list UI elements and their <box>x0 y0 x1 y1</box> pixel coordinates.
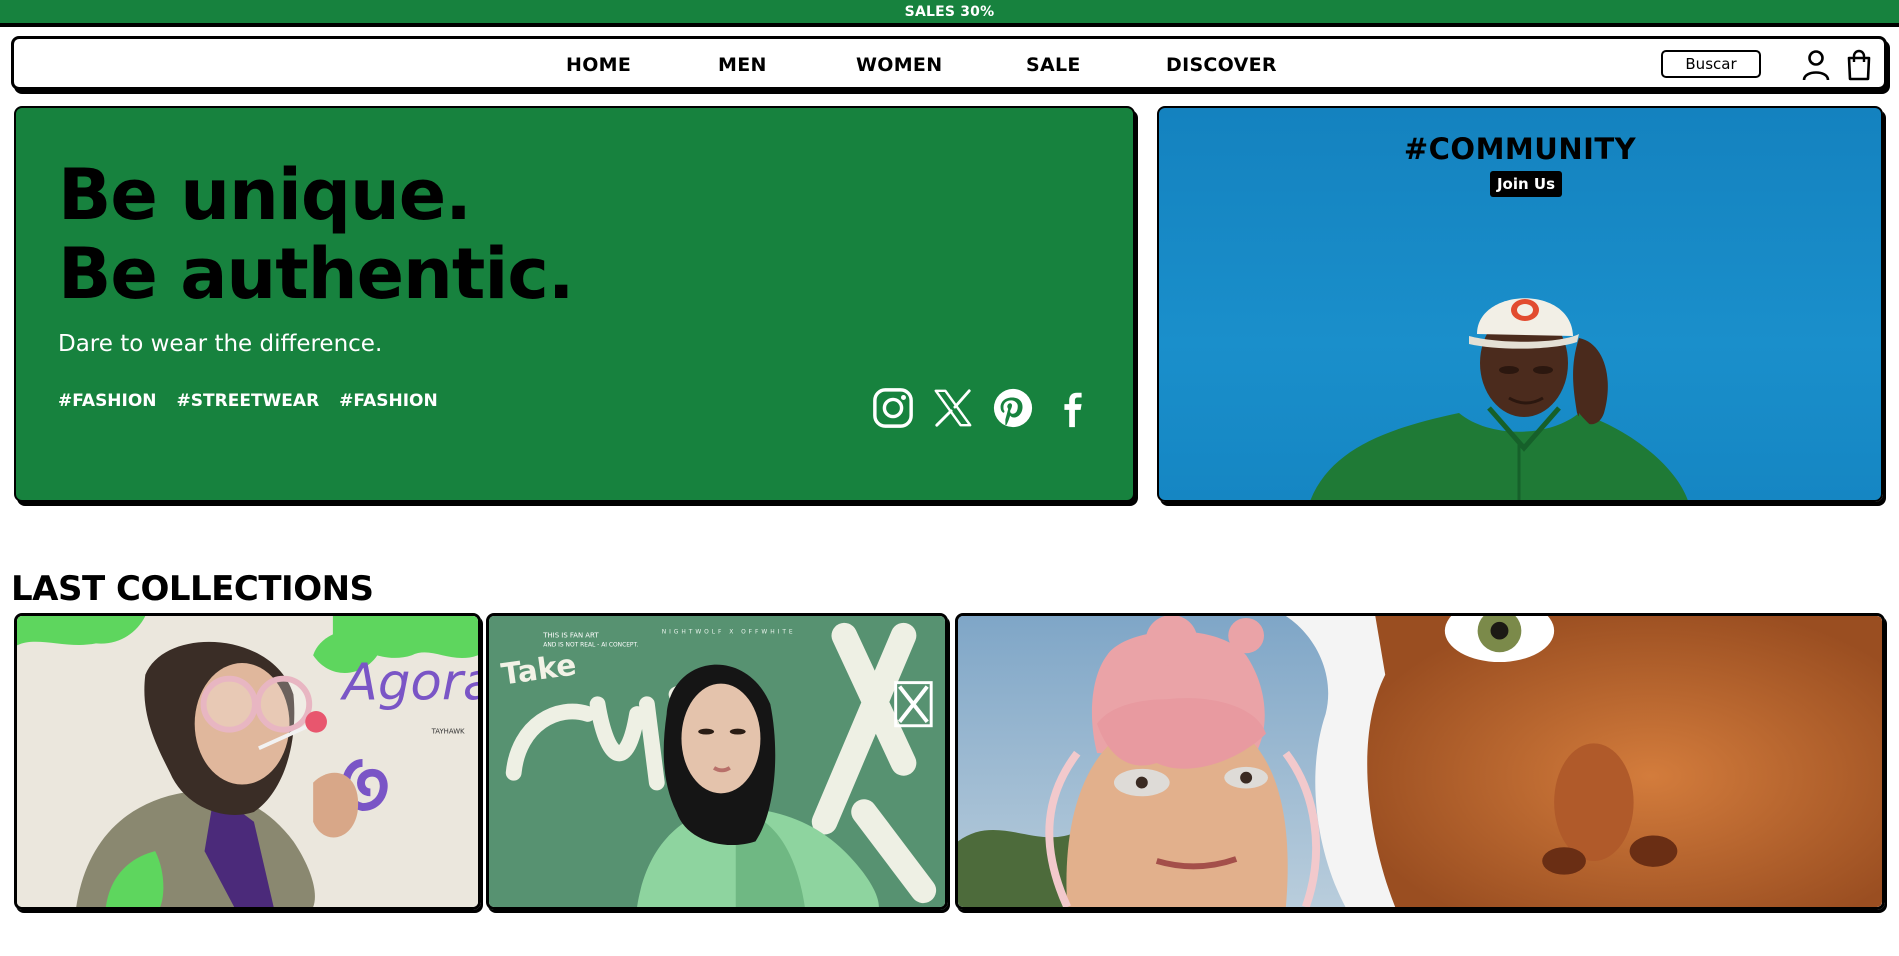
collection-card-2[interactable]: THIS IS FAN ART AND IS NOT REAL - AI CON… <box>486 613 948 910</box>
hero-banner: Be unique. Be authentic. Dare to wear th… <box>14 106 1135 502</box>
navbar: HOME MEN WOMEN SALE DISCOVER Buscar <box>11 36 1887 90</box>
shopping-bag-icon[interactable] <box>1844 49 1874 81</box>
collection-card-1[interactable]: Agora! TAYHAWK <box>14 613 481 910</box>
nav-link-discover[interactable]: DISCOVER <box>1166 54 1277 76</box>
hashtag-fashion[interactable]: #FASHION <box>58 391 157 411</box>
facebook-icon[interactable] <box>1051 386 1095 430</box>
instagram-icon[interactable] <box>871 386 915 430</box>
x-icon[interactable] <box>931 386 975 430</box>
card1-agora-text: Agora! <box>340 653 478 712</box>
card1-tayhawk-text: TAYHAWK <box>431 728 465 736</box>
nav-link-women[interactable]: WOMEN <box>856 54 942 76</box>
collection-image-2: THIS IS FAN ART AND IS NOT REAL - AI CON… <box>489 616 945 907</box>
user-icon[interactable] <box>1801 49 1831 81</box>
card2-disclaimer-text: AND IS NOT REAL - AI CONCEPT. <box>543 642 638 648</box>
social-links <box>871 386 1095 430</box>
nav-links: HOME MEN WOMEN SALE DISCOVER <box>14 39 1884 87</box>
section-title-last-collections: LAST COLLECTIONS <box>11 569 374 609</box>
community-title: #COMMUNITY <box>1403 132 1637 166</box>
promo-text: SALES 30% <box>904 3 995 20</box>
search-button[interactable]: Buscar <box>1661 50 1761 78</box>
hashtag-list: #FASHION #STREETWEAR #FASHION <box>58 391 438 411</box>
hashtag-fashion-2[interactable]: #FASHION <box>339 391 438 411</box>
collection-card-3[interactable] <box>955 613 1885 910</box>
pinterest-icon[interactable] <box>991 386 1035 430</box>
nav-link-sale[interactable]: SALE <box>1026 54 1081 76</box>
nav-link-home[interactable]: HOME <box>566 54 631 76</box>
hero-title: Be unique. Be authentic. <box>58 154 574 315</box>
collection-image-3 <box>958 616 1882 907</box>
nav-link-men[interactable]: MEN <box>718 54 767 76</box>
community-card: #COMMUNITY Join Us <box>1157 106 1883 502</box>
join-us-button[interactable]: Join Us <box>1490 171 1562 197</box>
hero-title-line-1: Be unique. <box>58 154 472 236</box>
community-photo <box>1310 298 1688 500</box>
hero-subtitle: Dare to wear the difference. <box>58 331 383 357</box>
hashtag-streetwear[interactable]: #STREETWEAR <box>177 391 320 411</box>
card2-fanart-text: THIS IS FAN ART <box>542 632 599 640</box>
promo-bar: SALES 30% <box>0 0 1899 27</box>
card2-collab-text: NIGHTWOLF X OFFWHITE <box>662 630 796 636</box>
hero-title-line-2: Be authentic. <box>58 233 574 315</box>
collection-image-1: Agora! TAYHAWK <box>17 616 478 907</box>
